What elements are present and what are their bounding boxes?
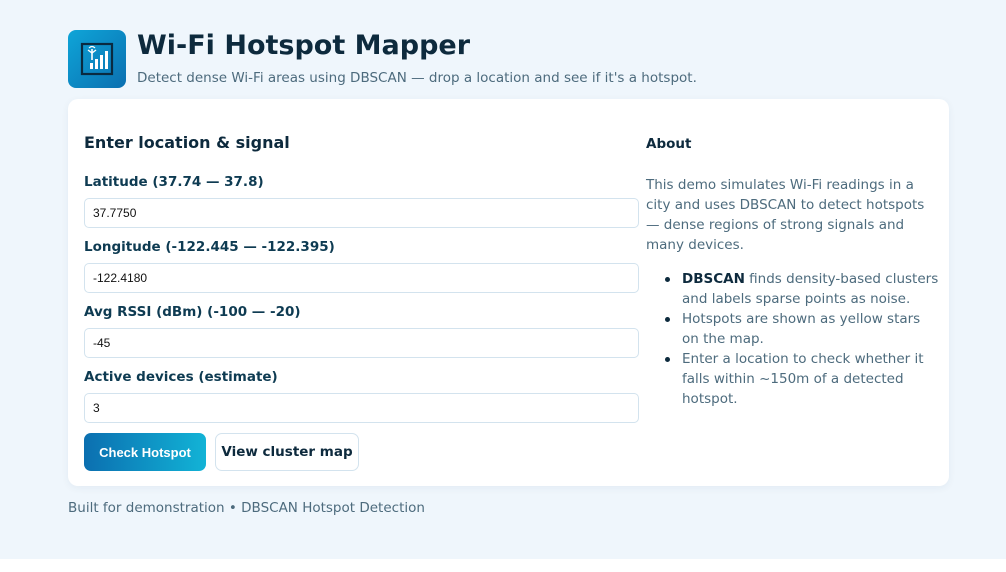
devices-label: Active devices (estimate) <box>84 369 278 385</box>
list-item: Hotspots are shown as yellow stars on th… <box>646 309 941 349</box>
rssi-input[interactable] <box>84 328 639 358</box>
list-item-text: Enter a location to check whether it fal… <box>682 351 924 407</box>
about-title: About <box>646 136 692 152</box>
wifi-signal-icon <box>80 42 114 76</box>
list-item-text: Hotspots are shown as yellow stars on th… <box>682 311 921 347</box>
longitude-input[interactable] <box>84 263 639 293</box>
form-title: Enter location & signal <box>84 133 290 152</box>
longitude-label: Longitude (-122.445 — -122.395) <box>84 239 335 255</box>
view-cluster-map-button[interactable]: View cluster map <box>215 433 359 471</box>
app-logo <box>68 30 126 88</box>
list-item-bold: DBSCAN <box>682 271 745 287</box>
rssi-label: Avg RSSI (dBm) (-100 — -20) <box>84 304 301 320</box>
latitude-input[interactable] <box>84 198 639 228</box>
footer: Built for demonstration • DBSCAN Hotspot… <box>68 500 425 516</box>
about-list: DBSCAN finds density-based clusters and … <box>646 269 941 409</box>
check-hotspot-button[interactable]: Check Hotspot <box>84 433 206 471</box>
list-item: DBSCAN finds density-based clusters and … <box>646 269 941 309</box>
app-header: Wi-Fi Hotspot Mapper Detect dense Wi-Fi … <box>68 30 948 90</box>
list-item: Enter a location to check whether it fal… <box>646 349 941 409</box>
latitude-label: Latitude (37.74 — 37.8) <box>84 174 264 190</box>
main-card: Enter location & signal Latitude (37.74 … <box>68 99 949 486</box>
about-text: This demo simulates Wi-Fi readings in a … <box>646 177 925 253</box>
app-subtitle: Detect dense Wi-Fi areas using DBSCAN — … <box>137 70 697 86</box>
app-title: Wi-Fi Hotspot Mapper <box>137 30 471 61</box>
devices-input[interactable] <box>84 393 639 423</box>
